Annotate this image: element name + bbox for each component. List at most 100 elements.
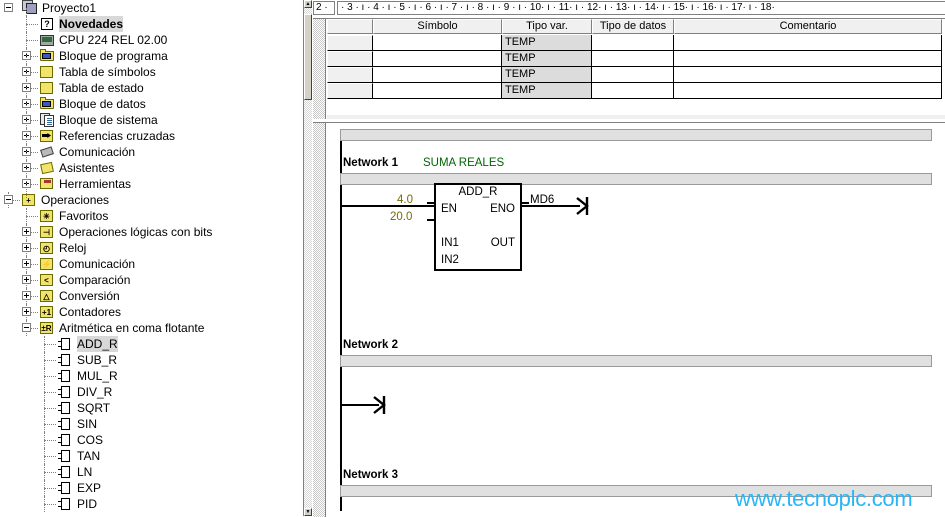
tree-item-label: Reloj bbox=[59, 241, 87, 255]
expander-icon[interactable] bbox=[22, 307, 31, 316]
root-expander-icon[interactable] bbox=[4, 3, 13, 12]
tree-item-root[interactable]: Proyecto1 bbox=[0, 0, 300, 16]
app-window: Proyecto1? Novedades CPU 224 REL 02.00 Bloq… bbox=[0, 0, 945, 517]
favorites-icon: ✳ bbox=[40, 209, 55, 223]
tree-item-mul-r[interactable]: MUL_R bbox=[0, 368, 300, 384]
tree-item-operaciones-l-gicas-con-bits[interactable]: ⊣ Operaciones lógicas con bits bbox=[0, 224, 300, 240]
tree-item-novedades[interactable]: ? Novedades bbox=[0, 16, 300, 32]
column-header-index[interactable] bbox=[327, 19, 373, 34]
tree-item-exp[interactable]: EXP bbox=[0, 480, 300, 496]
cell-index[interactable] bbox=[327, 35, 373, 51]
cell-simbolo[interactable] bbox=[373, 83, 502, 99]
power-rail bbox=[340, 129, 342, 511]
tree-item-asistentes[interactable]: Asistentes bbox=[0, 160, 300, 176]
cell-tipo-var[interactable]: TEMP bbox=[502, 83, 592, 99]
tree-item-aritm-tica-en-coma-flotante[interactable]: ±R Aritmética en coma flotante bbox=[0, 320, 300, 336]
cell-tipo-var[interactable]: TEMP bbox=[502, 67, 592, 83]
column-header-tipo-datos[interactable]: Tipo de datos bbox=[592, 19, 674, 34]
column-header-simbolo[interactable]: Símbolo bbox=[373, 19, 502, 34]
ladder-canvas[interactable]: Network 1 SUMA REALES ADD_R EN IN1 IN2 E… bbox=[327, 123, 945, 517]
scroll-thumb[interactable] bbox=[304, 14, 312, 100]
tree-item-conversi-n[interactable]: △ Conversión bbox=[0, 288, 300, 304]
ladder-editor-pane[interactable]: Network 1 SUMA REALES ADD_R EN IN1 IN2 E… bbox=[313, 122, 945, 517]
variable-table-row[interactable]: TEMP bbox=[327, 35, 945, 51]
column-header-comentario[interactable]: Comentario bbox=[674, 19, 942, 34]
tree-item-comunicaci-n[interactable]: Comunicación bbox=[0, 144, 300, 160]
cell-comentario[interactable] bbox=[674, 83, 942, 99]
add-r-function-block[interactable]: ADD_R EN IN1 IN2 ENO OUT bbox=[434, 183, 522, 271]
column-header-tipo-var[interactable]: Tipo var. bbox=[502, 19, 592, 34]
scroll-up-button[interactable]: ▲ bbox=[304, 0, 312, 8]
tree-item-div-r[interactable]: DIV_R bbox=[0, 384, 300, 400]
cell-tipo-datos[interactable] bbox=[592, 35, 674, 51]
cell-simbolo[interactable] bbox=[373, 51, 502, 67]
expander-icon[interactable] bbox=[22, 291, 31, 300]
expander-icon[interactable] bbox=[22, 275, 31, 284]
variable-table-row[interactable]: TEMP bbox=[327, 51, 945, 67]
cell-simbolo[interactable] bbox=[373, 35, 502, 51]
editor-area: 2 · · 3 · ı · 4 · ı · 5 · ı · 6 · ı · 7 … bbox=[313, 0, 945, 517]
tree-item-cos[interactable]: COS bbox=[0, 432, 300, 448]
tree-item-sqrt[interactable]: SQRT bbox=[0, 400, 300, 416]
network-2-comment-bar[interactable] bbox=[340, 355, 932, 367]
tree-item-referencias-cruzadas[interactable]: Referencias cruzadas bbox=[0, 128, 300, 144]
tree-item-tabla-de-estado[interactable]: Tabla de estado bbox=[0, 80, 300, 96]
help-icon: ? bbox=[40, 17, 55, 31]
network-1-title[interactable]: SUMA REALES bbox=[423, 157, 504, 169]
cell-comentario[interactable] bbox=[674, 35, 942, 51]
cross-reference-icon bbox=[40, 129, 55, 143]
tree-item-pid[interactable]: PID bbox=[0, 496, 300, 512]
cell-simbolo[interactable] bbox=[373, 67, 502, 83]
tree-item-tabla-de-s-mbolos[interactable]: Tabla de símbolos bbox=[0, 64, 300, 80]
cell-comentario[interactable] bbox=[674, 51, 942, 67]
tree-item-favoritos[interactable]: ✳ Favoritos bbox=[0, 208, 300, 224]
network-1-top-comment-bar[interactable] bbox=[340, 129, 932, 141]
cell-comentario[interactable] bbox=[674, 67, 942, 83]
project-tree-pane[interactable]: Proyecto1? Novedades CPU 224 REL 02.00 Bloq… bbox=[0, 0, 303, 516]
tree-item-comunicaci-n[interactable]: ⚡ Comunicación bbox=[0, 256, 300, 272]
cell-tipo-datos[interactable] bbox=[592, 51, 674, 67]
variable-table-row[interactable]: TEMP bbox=[327, 67, 945, 83]
tree-item-contadores[interactable]: +1 Contadores bbox=[0, 304, 300, 320]
expander-icon[interactable] bbox=[22, 323, 31, 332]
status-table-icon bbox=[40, 81, 55, 95]
tree-item-bloque-de-sistema[interactable]: Bloque de sistema bbox=[0, 112, 300, 128]
tree-item-herramientas[interactable]: Herramientas bbox=[0, 176, 300, 192]
cell-tipo-datos[interactable] bbox=[592, 83, 674, 99]
tree-item-sub-r[interactable]: SUB_R bbox=[0, 352, 300, 368]
tree-item-label: Tabla de símbolos bbox=[59, 65, 156, 79]
tree-item-sin[interactable]: SIN bbox=[0, 416, 300, 432]
expander-icon[interactable] bbox=[4, 195, 13, 204]
cell-tipo-var[interactable]: TEMP bbox=[502, 35, 592, 51]
cell-tipo-var[interactable]: TEMP bbox=[502, 51, 592, 67]
tree-item-reloj[interactable]: ◴ Reloj bbox=[0, 240, 300, 256]
tree-item-label: Conversión bbox=[59, 289, 120, 303]
tree-item-cpu-224-rel-02-00[interactable]: CPU 224 REL 02.00 bbox=[0, 32, 300, 48]
tree-item-tan[interactable]: TAN bbox=[0, 448, 300, 464]
scroll-down-button[interactable]: ▼ bbox=[304, 508, 312, 516]
cell-index[interactable] bbox=[327, 83, 373, 99]
variable-table-pane[interactable]: Símbolo Tipo var. Tipo de datos Comentar… bbox=[313, 18, 945, 119]
expander-icon[interactable] bbox=[22, 243, 31, 252]
tree-item-add-r[interactable]: ADD_R bbox=[0, 336, 300, 352]
tree-vertical-scrollbar[interactable]: ▲ ▼ bbox=[303, 0, 312, 516]
cell-index[interactable] bbox=[327, 51, 373, 67]
tree-item-ln[interactable]: LN bbox=[0, 464, 300, 480]
expander-icon[interactable] bbox=[22, 259, 31, 268]
tree-item-label: LN bbox=[77, 465, 93, 479]
cell-tipo-datos[interactable] bbox=[592, 67, 674, 83]
cell-index[interactable] bbox=[327, 67, 373, 83]
expander-icon[interactable] bbox=[22, 227, 31, 236]
tree-item-comparaci-n[interactable]: < Comparación bbox=[0, 272, 300, 288]
network-1-comment-bar[interactable] bbox=[340, 173, 932, 185]
symbol-table-icon bbox=[40, 65, 55, 79]
tree-item-label: Operaciones lógicas con bits bbox=[59, 225, 213, 239]
variable-table[interactable]: Símbolo Tipo var. Tipo de datos Comentar… bbox=[327, 19, 945, 99]
instruction-icon bbox=[58, 433, 73, 447]
variable-table-row[interactable]: TEMP bbox=[327, 83, 945, 99]
in1-operand[interactable]: 4.0 bbox=[397, 194, 413, 206]
in2-operand[interactable]: 20.0 bbox=[390, 211, 412, 223]
tree-item-bloque-de-datos[interactable]: Bloque de datos bbox=[0, 96, 300, 112]
tree-item-bloque-de-programa[interactable]: Bloque de programa bbox=[0, 48, 300, 64]
tree-item-operaciones[interactable]: + Operaciones bbox=[0, 192, 300, 208]
